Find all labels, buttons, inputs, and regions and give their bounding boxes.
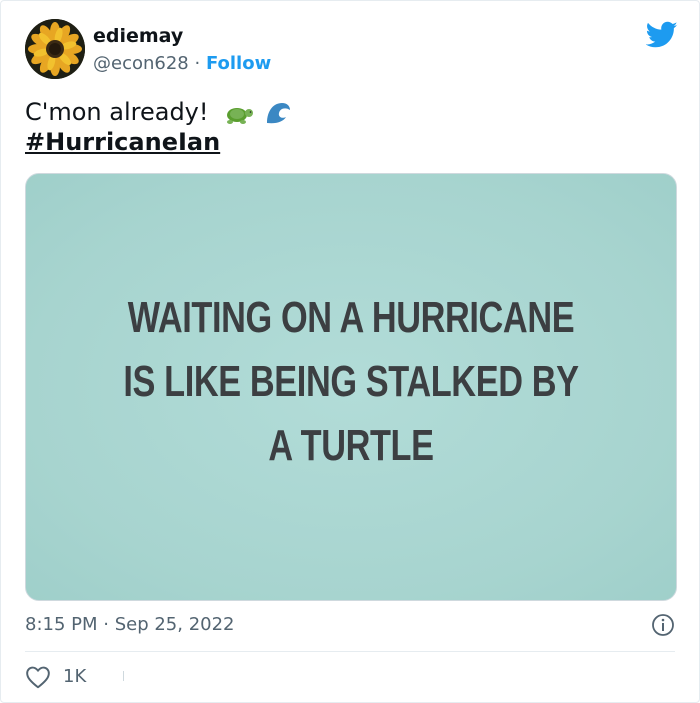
tweet-line-2: #HurricaneIan — [25, 127, 292, 157]
divider-tick — [123, 671, 124, 681]
hashtag-link[interactable]: #HurricaneIan — [25, 127, 220, 157]
like-count: 1K — [63, 666, 87, 687]
like-action[interactable]: 1K — [25, 665, 86, 689]
timestamp[interactable]: 8:15 PM · Sep 25, 2022 — [25, 613, 235, 637]
handle[interactable]: @econ628 — [93, 53, 189, 74]
info-icon[interactable] — [651, 613, 675, 637]
heart-icon[interactable] — [25, 665, 51, 689]
media-line-2: IS LIKE BEING STALKED BY — [123, 357, 579, 406]
turtle-emoji-icon — [227, 108, 254, 124]
display-name[interactable]: ediemay — [93, 23, 271, 49]
tweet-text: C'mon already! #HurricaneIan — [25, 97, 292, 157]
tweet-line-1: C'mon already! — [25, 97, 292, 127]
media-line-1: WAITING ON A HURRICANE — [127, 293, 575, 342]
twitter-bird-icon[interactable] — [646, 21, 678, 49]
media-line-3: A TURTLE — [268, 421, 434, 470]
wave-emoji-icon — [263, 100, 292, 126]
tweet-media-image[interactable]: WAITING ON A HURRICANE IS LIKE BEING STA… — [25, 173, 677, 601]
sunflower-icon — [25, 19, 85, 79]
tweet-card: ediemay @econ628 · Follow C'mon already! — [0, 0, 700, 703]
follow-button[interactable]: Follow — [206, 53, 271, 74]
handle-row: @econ628 · Follow — [93, 51, 271, 77]
separator: · — [194, 53, 201, 74]
divider — [25, 651, 675, 652]
avatar[interactable] — [25, 19, 85, 79]
media-caption: WAITING ON A HURRICANE IS LIKE BEING STA… — [98, 286, 605, 478]
user-info: ediemay @econ628 · Follow — [93, 23, 271, 77]
tweet-body: C'mon already! — [25, 98, 209, 126]
